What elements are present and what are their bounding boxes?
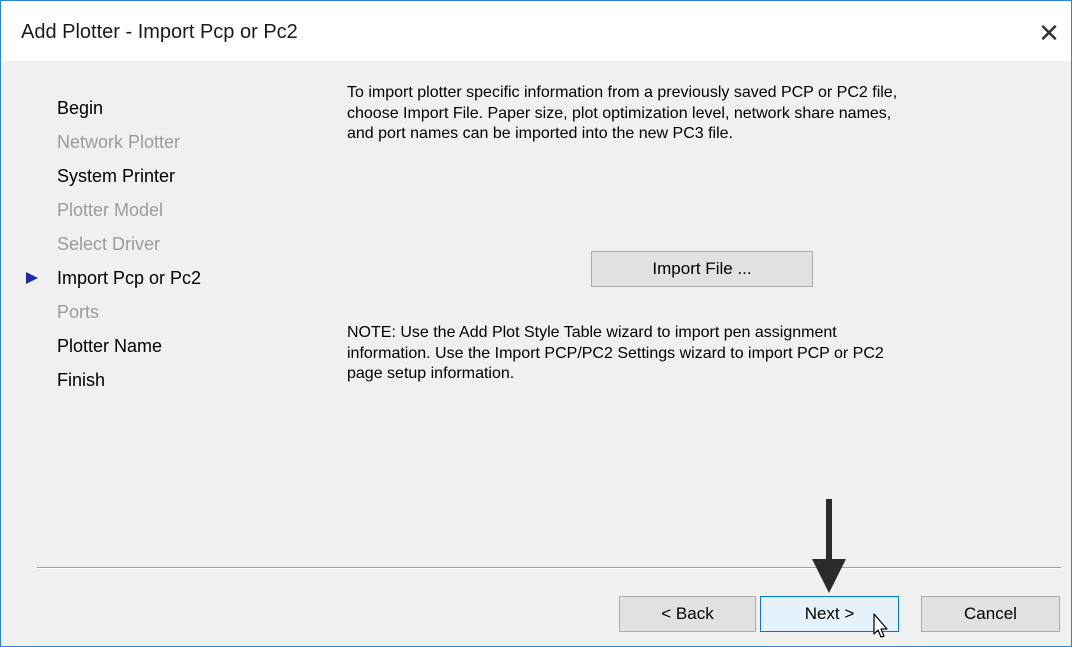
step-import-pcp-or-pc2: Import Pcp or Pc2 — [1, 261, 321, 295]
step-plotter-model: Plotter Model — [57, 200, 164, 220]
step-label: Import Pcp or Pc2 — [57, 268, 202, 288]
current-step-marker-icon — [26, 272, 38, 284]
back-button[interactable]: < Back — [619, 596, 756, 632]
close-icon[interactable]: ✕ — [1033, 19, 1065, 47]
footer-separator — [37, 567, 1061, 569]
down-arrow-annotation — [812, 499, 846, 593]
step-ports: Ports — [57, 302, 100, 322]
add-plotter-dialog: Add Plotter - Import Pcp or Pc2 ✕ Begin … — [0, 0, 1072, 647]
step-system-printer: System Printer — [57, 166, 176, 186]
import-file-button[interactable]: Import File ... — [591, 251, 813, 287]
wizard-steps: Begin Network Plotter System Printer Plo… — [1, 91, 321, 397]
title-bar: Add Plotter - Import Pcp or Pc2 ✕ — [1, 1, 1071, 61]
step-finish: Finish — [57, 370, 106, 390]
step-plotter-name: Plotter Name — [57, 336, 163, 356]
cancel-button[interactable]: Cancel — [921, 596, 1060, 632]
window-title: Add Plotter - Import Pcp or Pc2 — [21, 21, 298, 43]
step-begin: Begin — [57, 98, 104, 118]
note-text: NOTE: Use the Add Plot Style Table wizar… — [347, 324, 884, 382]
import-description: To import plotter specific information f… — [347, 84, 898, 142]
mouse-pointer-icon — [873, 613, 888, 638]
step-select-driver: Select Driver — [57, 234, 161, 254]
step-network-plotter: Network Plotter — [57, 132, 181, 152]
